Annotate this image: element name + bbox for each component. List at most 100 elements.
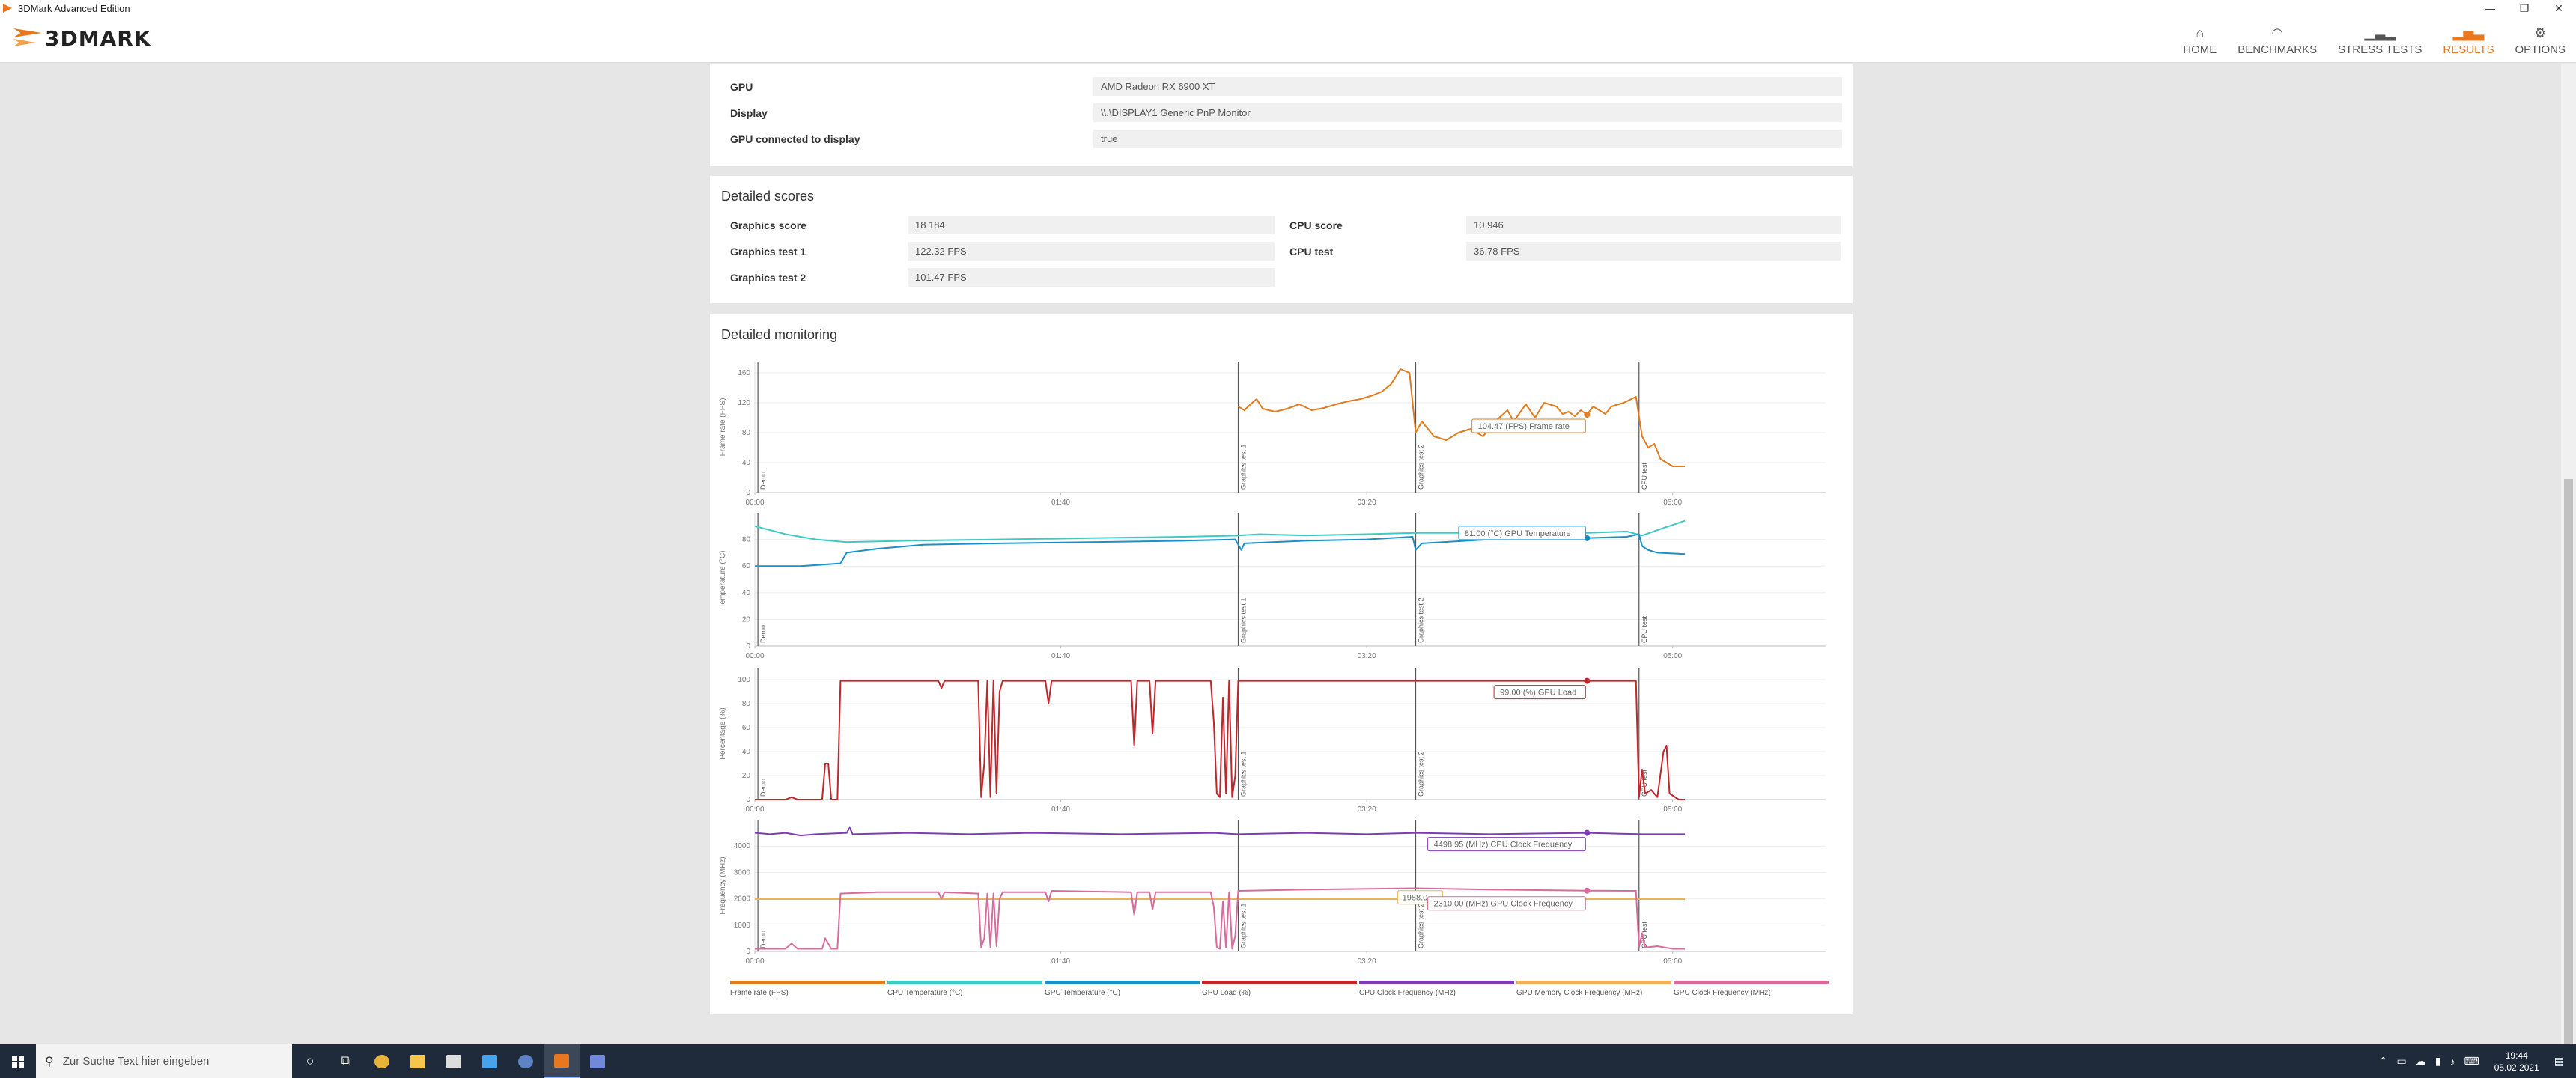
gear-icon: ⚙ xyxy=(2534,25,2547,40)
notifications-icon[interactable]: ▤ xyxy=(2554,1055,2564,1068)
legend-label: GPU Temperature (°C) xyxy=(1045,989,1120,997)
legend-label: Frame rate (FPS) xyxy=(730,989,789,997)
cursor-dot xyxy=(1584,829,1591,836)
store-icon[interactable] xyxy=(436,1044,472,1078)
y-tick-label: 40 xyxy=(742,459,751,467)
volume-icon[interactable]: ♪ xyxy=(2449,1056,2455,1068)
series-line xyxy=(1237,368,1686,467)
cpu-test-value: 36.78 FPS xyxy=(1466,242,1841,261)
x-tick-label: 01:40 xyxy=(1051,806,1070,814)
x-tick-label: 01:40 xyxy=(1051,652,1070,660)
cursor-dot xyxy=(1584,412,1591,418)
minimize-button[interactable]: — xyxy=(2473,0,2507,16)
3dmark-taskbar-icon[interactable] xyxy=(544,1044,580,1078)
x-tick-label: 00:00 xyxy=(745,499,764,507)
x-tick-label: 03:20 xyxy=(1358,652,1376,660)
display-value: \\.\DISPLAY1 Generic PnP Monitor xyxy=(1093,103,1842,122)
chevron-up-icon[interactable]: ⌃ xyxy=(2379,1055,2388,1068)
scrollbar-thumb[interactable] xyxy=(2564,479,2573,1044)
y-tick-label: 0 xyxy=(746,489,750,497)
graphics-test-2-value: 101.47 FPS xyxy=(908,268,1275,287)
monitoring-charts[interactable]: 0 40 80 120 160 Frame rate (FPS) 00:00 01:40 03:… xyxy=(710,314,1853,1014)
tooltip-text: 2310.00 (MHz) GPU Clock Frequency xyxy=(1434,900,1573,909)
tooltip-text: 99.00 (%) GPU Load xyxy=(1500,689,1576,698)
search-placeholder: Zur Suche Text hier eingeben xyxy=(62,1055,210,1068)
y-tick-label: 20 xyxy=(742,615,751,624)
phase-marker-label: CPU test xyxy=(1641,615,1648,643)
legend-label: GPU Load (%) xyxy=(1202,989,1251,997)
phase-marker-label: Graphics test 1 xyxy=(1240,444,1248,490)
gpu-value: AMD Radeon RX 6900 XT xyxy=(1093,77,1842,96)
y-tick-label: 0 xyxy=(746,796,750,804)
legend-label: GPU Clock Frequency (MHz) xyxy=(1674,989,1770,997)
tooltip-text: 104.47 (FPS) Frame rate xyxy=(1478,422,1570,431)
legend-swatch xyxy=(730,981,885,984)
clock-date: 05.02.2021 xyxy=(2494,1062,2539,1073)
legend-label: CPU Temperature (°C) xyxy=(887,989,963,997)
graphics-test-2-label: Graphics test 2 xyxy=(730,272,806,284)
y-tick-label: 4000 xyxy=(734,842,751,850)
cloud-icon[interactable]: ☁ xyxy=(2416,1055,2426,1068)
network-icon[interactable]: ▭ xyxy=(2397,1055,2407,1068)
y-tick-label: 100 xyxy=(738,676,750,684)
chrome-icon[interactable] xyxy=(364,1044,400,1078)
taskbar-search[interactable]: ⚲ Zur Suche Text hier eingeben xyxy=(36,1044,292,1078)
results-icon: ▂▅▃ xyxy=(2452,25,2485,40)
legend-swatch xyxy=(1359,981,1514,984)
x-tick-label: 01:40 xyxy=(1051,957,1070,966)
taskbar-clock[interactable]: 19:44 05.02.2021 xyxy=(2494,1050,2539,1074)
x-tick-label: 05:00 xyxy=(1663,957,1682,966)
app-header: 3DMARK ⌂ HOME ◠ BENCHMARKS ▁▃▂ STRESS TE… xyxy=(0,16,2576,63)
restore-button[interactable]: ❐ xyxy=(2507,0,2542,16)
nav-results[interactable]: ▂▅▃ RESULTS xyxy=(2432,16,2504,63)
phase-marker-label: Demo xyxy=(759,472,767,490)
windows-taskbar: ⚲ Zur Suche Text hier eingeben ○ ⧉ ⌃ ▭ ☁… xyxy=(0,1044,2576,1078)
discord-icon[interactable] xyxy=(580,1044,616,1078)
window-controls: — ❐ ✕ xyxy=(2473,0,2576,16)
nav-benchmarks[interactable]: ◠ BENCHMARKS xyxy=(2227,16,2327,63)
y-tick-label: 40 xyxy=(742,748,751,756)
logo-mark-icon xyxy=(13,25,42,51)
start-button[interactable] xyxy=(0,1044,36,1078)
phase-marker-label: Demo xyxy=(759,779,767,797)
legend-swatch xyxy=(1516,981,1671,984)
y-tick-label: 60 xyxy=(742,562,751,570)
phase-marker-label: Graphics test 2 xyxy=(1418,597,1425,643)
x-tick-label: 00:00 xyxy=(745,652,764,660)
system-tray: ⌃ ▭ ☁ ▮ ♪ ⌨ 19:44 05.02.2021 ▤ xyxy=(2375,1044,2576,1078)
legend-swatch xyxy=(1674,981,1829,984)
tooltip-text: 81.00 (°C) GPU Temperature xyxy=(1465,529,1571,538)
x-tick-label: 00:00 xyxy=(745,806,764,814)
keyboard-icon[interactable]: ⌨ xyxy=(2464,1055,2479,1068)
battery-icon[interactable]: ▮ xyxy=(2435,1055,2441,1068)
y-tick-label: 0 xyxy=(746,948,750,956)
tooltip-text-partial: 1988.0 xyxy=(1403,894,1428,903)
nav-stress-tests[interactable]: ▁▃▂ STRESS TESTS xyxy=(2327,16,2432,63)
close-button[interactable]: ✕ xyxy=(2542,0,2576,16)
nav-home[interactable]: ⌂ HOME xyxy=(2172,16,2227,63)
phase-marker-label: Graphics test 2 xyxy=(1418,444,1425,490)
tooltip-text: 4498.95 (MHz) CPU Clock Frequency xyxy=(1434,841,1573,850)
x-tick-label: 03:20 xyxy=(1358,499,1376,507)
gpu-label: GPU xyxy=(730,81,753,93)
stress-tests-icon: ▁▃▂ xyxy=(2364,25,2396,40)
phase-marker-label: Graphics test 2 xyxy=(1418,903,1425,948)
file-explorer-icon[interactable] xyxy=(400,1044,436,1078)
windows-logo-icon xyxy=(12,1055,24,1068)
phase-marker-label: CPU test xyxy=(1641,462,1648,490)
steam-icon[interactable] xyxy=(508,1044,544,1078)
task-view-icon[interactable]: ⧉ xyxy=(328,1044,364,1078)
detailed-monitoring-panel: Detailed monitoring 0 40 80 120 160 Frame rat… xyxy=(710,314,1853,1014)
nav-home-label: HOME xyxy=(2183,43,2217,56)
content-scrollbar[interactable] xyxy=(2561,64,2576,1044)
display-label: Display xyxy=(730,107,768,119)
mail-icon[interactable] xyxy=(472,1044,508,1078)
nav-options[interactable]: ⚙ OPTIONS xyxy=(2504,16,2576,63)
graphics-score-label: Graphics score xyxy=(730,219,806,231)
nav-options-label: OPTIONS xyxy=(2515,43,2566,56)
x-tick-label: 01:40 xyxy=(1051,499,1070,507)
cortana-icon[interactable]: ○ xyxy=(292,1044,328,1078)
x-tick-label: 05:00 xyxy=(1663,652,1682,660)
y-tick-label: 80 xyxy=(742,700,751,708)
y-tick-label: 80 xyxy=(742,536,751,544)
